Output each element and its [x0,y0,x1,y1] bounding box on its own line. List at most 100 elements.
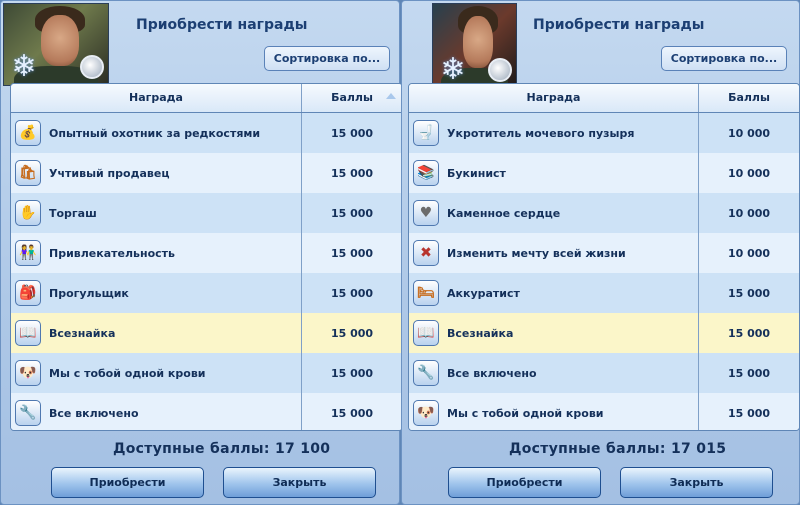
points-cell: 10 000 [727,206,771,220]
wrench-icon: 🔧 [15,400,41,426]
available-points: Доступные баллы: 17 015 [509,441,727,457]
points-cell: 10 000 [727,246,771,260]
points-cell: 15 000 [330,326,374,340]
reward-name: Опытный охотник за редкостями [49,126,261,140]
reward-cell: 🛏 Аккуратист [409,273,699,313]
column-header-reward[interactable]: Награда [409,84,699,112]
panel-title: Приобрести награды [136,17,308,33]
reward-cell: 🐶 Мы с тобой одной крови [11,353,302,393]
column-header-points[interactable]: Баллы [302,84,402,112]
reward-name: Мы с тобой одной крови [49,366,206,380]
sort-button[interactable]: Сортировка по... [661,46,787,71]
points-cell: 15 000 [727,286,771,300]
close-button[interactable]: Закрыть [620,467,773,498]
reward-cell: 📖 Всезнайка [11,313,302,353]
reward-name: Все включено [49,406,139,420]
table-row[interactable]: 📚 Букинист 10 000 [409,153,799,193]
moon-icon [80,55,104,79]
points-cell: 15 000 [330,286,374,300]
reward-name: Торгаш [49,206,97,220]
reward-name: Аккуратист [447,286,520,300]
reward-name: Всезнайка [49,326,116,340]
points-cell: 15 000 [727,326,771,340]
table-row[interactable]: ♥ Каменное сердце 10 000 [409,193,799,233]
reward-cell: 📖 Всезнайка [409,313,699,353]
table-row[interactable]: 💰 Опытный охотник за редкостями 15 000 [11,113,402,153]
moon-icon [488,58,512,82]
couple-icon: 👫 [15,240,41,266]
sim-face [41,15,79,66]
table-row[interactable]: 🎒 Прогульщик 15 000 [11,273,402,313]
shop-seller-icon: 🛍 [15,160,41,186]
points-cell: 10 000 [727,126,771,140]
table-header: Награда Баллы [11,84,402,113]
table-row[interactable]: 🚽 Укротитель мочевого пузыря 10 000 [409,113,799,153]
reward-cell: 🔧 Все включено [409,353,699,393]
rewards-panel-right: ❄ Приобрести награды Сортировка по... На… [401,0,800,505]
buy-button[interactable]: Приобрести [448,467,601,498]
column-header-reward[interactable]: Награда [11,84,302,112]
table-header: Награда Баллы [409,84,799,113]
table-row-selected[interactable]: 📖 Всезнайка 15 000 [409,313,799,353]
reward-cell: 🐶 Мы с тобой одной крови [409,393,699,430]
reward-name: Мы с тобой одной крови [447,406,604,420]
table-row[interactable]: ✋ Торгаш 15 000 [11,193,402,233]
table-row-selected[interactable]: 📖 Всезнайка 15 000 [11,313,402,353]
dog-face-icon: 🐶 [413,400,439,426]
wrench-icon: 🔧 [413,360,439,386]
points-cell: 15 000 [330,126,374,140]
reward-cell: 📚 Букинист [409,153,699,193]
table-body: 🚽 Укротитель мочевого пузыря 10 000 📚 Бу… [409,113,799,430]
reward-cell: 💰 Опытный охотник за редкостями [11,113,302,153]
rewards-table: Награда Баллы 🚽 Укротитель мочевого пузы… [408,83,800,431]
bookshelf-icon: 📚 [413,160,439,186]
reward-name: Изменить мечту всей жизни [447,246,626,260]
column-header-points[interactable]: Баллы [699,84,799,112]
stone-heart-icon: ♥ [413,200,439,226]
points-cell: 15 000 [330,366,374,380]
buy-button[interactable]: Приобрести [51,467,204,498]
table-row[interactable]: 🛏 Аккуратист 15 000 [409,273,799,313]
table-row[interactable]: ✖ Изменить мечту всей жизни 10 000 [409,233,799,273]
sim-portrait[interactable]: ❄ [3,3,109,86]
reward-cell: ♥ Каменное сердце [409,193,699,233]
reward-cell: 🔧 Все включено [11,393,302,430]
sort-button[interactable]: Сортировка по... [264,46,390,71]
table-row[interactable]: 👫 Привлекательность 15 000 [11,233,402,273]
close-button[interactable]: Закрыть [223,467,376,498]
haggle-hand-icon: ✋ [15,200,41,226]
table-row[interactable]: 🛍 Учтивый продавец 15 000 [11,153,402,193]
table-row[interactable]: 🐶 Мы с тобой одной крови 15 000 [11,353,402,393]
table-body: 💰 Опытный охотник за редкостями 15 000 🛍… [11,113,402,430]
reward-cell: ✖ Изменить мечту всей жизни [409,233,699,273]
treasure-bag-icon: 💰 [15,120,41,146]
change-dream-icon: ✖ [413,240,439,266]
reward-name: Прогульщик [49,286,129,300]
points-cell: 15 000 [330,246,374,260]
reward-cell: ✋ Торгаш [11,193,302,233]
reward-name: Всезнайка [447,326,514,340]
points-cell: 15 000 [330,166,374,180]
reward-name: Привлекательность [49,246,176,260]
reward-cell: 🚽 Укротитель мочевого пузыря [409,113,699,153]
points-cell: 10 000 [727,166,771,180]
panel-title: Приобрести награды [533,17,705,33]
table-row[interactable]: 🐶 Мы с тобой одной крови 15 000 [409,393,799,430]
table-row[interactable]: 🔧 Все включено 15 000 [409,353,799,393]
points-cell: 15 000 [727,366,771,380]
skipping-school-icon: 🎒 [15,280,41,306]
dog-face-icon: 🐶 [15,360,41,386]
points-cell: 15 000 [727,406,771,420]
reward-name: Каменное сердце [447,206,561,220]
available-points: Доступные баллы: 17 100 [113,441,331,457]
reward-name: Все включено [447,366,537,380]
book-icon: 📖 [15,320,41,346]
sort-arrow-icon [386,93,396,99]
book-icon: 📖 [413,320,439,346]
table-row[interactable]: 🔧 Все включено 15 000 [11,393,402,430]
reward-name: Укротитель мочевого пузыря [447,126,635,140]
reward-cell: 👫 Привлекательность [11,233,302,273]
snowflake-icon: ❄ [11,49,37,84]
sim-portrait[interactable]: ❄ [432,3,517,89]
reward-name: Букинист [447,166,506,180]
